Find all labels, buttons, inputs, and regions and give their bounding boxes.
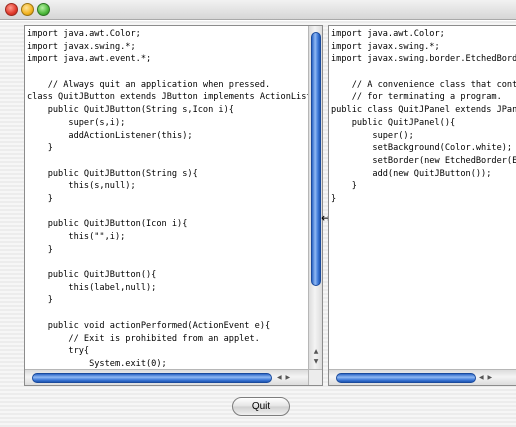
left-code-line: this(s,null); xyxy=(27,181,136,192)
left-code-line: } xyxy=(27,143,53,154)
left-code-line: addActionListener(this); xyxy=(27,130,193,141)
left-code-line: // Exit is prohibited from an applet. xyxy=(27,333,260,344)
left-horizontal-scroll-thumb[interactable] xyxy=(32,373,272,383)
right-code-line: super(); xyxy=(331,130,414,141)
left-code-pane[interactable]: import java.awt.Color; import javax.swing… xyxy=(24,25,323,386)
scroll-corner xyxy=(308,369,322,385)
minimize-window-button[interactable] xyxy=(21,3,34,16)
left-code-line: import javax.swing.*; xyxy=(27,41,136,52)
left-code-line: } xyxy=(27,295,53,306)
right-code-line: import java.awt.Color; xyxy=(331,29,445,39)
right-code-line: setBorder(new EtchedBorder(EtchedBorder.… xyxy=(372,155,516,166)
application-window: import java.awt.Color; import javax.swing… xyxy=(0,0,516,427)
right-code-line xyxy=(331,66,516,79)
right-code-line: import javax.swing.*; xyxy=(331,41,440,52)
scroll-down-arrow-icon[interactable]: ▼ xyxy=(311,357,321,366)
right-code-line: public QuitJPanel(){ xyxy=(331,117,456,128)
title-bar xyxy=(0,0,516,20)
left-horizontal-scrollbar[interactable]: ◀ ▶ xyxy=(25,369,308,385)
left-code-line: import java.awt.Color; xyxy=(27,29,141,39)
left-code-line xyxy=(27,256,308,269)
right-code-text[interactable]: import java.awt.Color; import javax.swing… xyxy=(331,28,516,369)
left-code-line xyxy=(27,307,308,320)
zoom-window-button[interactable] xyxy=(37,3,50,16)
left-code-line: // Always quit an application when press… xyxy=(27,79,271,90)
left-code-line: this("",i); xyxy=(27,232,126,242)
left-code-line: } xyxy=(27,193,53,204)
left-code-line: try{ xyxy=(27,346,90,357)
left-code-line xyxy=(27,66,308,79)
left-vertical-scrollbar[interactable]: ▲ ▼ xyxy=(308,26,322,369)
right-code-line: import javax.swing.border.EtchedBorder; xyxy=(331,54,516,65)
right-horizontal-scrollbar[interactable]: ◀ ▶ xyxy=(329,369,516,385)
right-code-line: // for terminating a program. xyxy=(331,92,502,103)
right-code-line: setBackground(Color.white); xyxy=(331,143,513,154)
left-code-line: super(s,i); xyxy=(27,117,126,128)
left-code-line: class QuitJButton extends JButton implem… xyxy=(27,92,308,103)
right-code-line: add(new QuitJButton()); xyxy=(331,168,492,179)
quit-button[interactable]: Quit xyxy=(232,397,290,416)
scroll-left-right-arrows-icon[interactable]: ◀ ▶ xyxy=(277,373,291,383)
left-code-line: } xyxy=(27,244,53,255)
scroll-left-right-arrows-icon[interactable]: ◀ ▶ xyxy=(479,373,493,383)
left-code-line: public void actionPerformed(ActionEvent … xyxy=(27,320,271,331)
window-content: import java.awt.Color; import javax.swing… xyxy=(0,21,516,427)
right-code-line: } xyxy=(331,181,357,192)
right-code-line: public class QuitJPanel extends JPanel { xyxy=(331,105,516,116)
right-code-line: } xyxy=(331,193,337,204)
close-window-button[interactable] xyxy=(5,3,18,16)
right-code-pane[interactable]: import java.awt.Color; import javax.swing… xyxy=(328,25,516,386)
left-vertical-scroll-thumb[interactable] xyxy=(311,32,321,286)
right-code-line: // A convenience class that contains a Q… xyxy=(351,79,516,90)
left-code-line: public QuitJButton(Icon i){ xyxy=(27,219,188,230)
left-code-line: public QuitJButton(){ xyxy=(27,270,157,281)
left-code-line xyxy=(27,206,308,219)
left-code-line: System.exit(0); xyxy=(27,358,167,369)
scroll-up-arrow-icon[interactable]: ▲ xyxy=(311,347,321,356)
left-code-line: public QuitJButton(String s,Icon i){ xyxy=(27,105,234,116)
left-code-line: this(label,null); xyxy=(27,282,157,293)
right-horizontal-scroll-thumb[interactable] xyxy=(336,373,476,383)
left-code-line: public QuitJButton(String s){ xyxy=(27,168,198,179)
left-code-text[interactable]: import java.awt.Color; import javax.swing… xyxy=(27,28,308,369)
left-code-line: import java.awt.event.*; xyxy=(27,54,152,65)
left-code-line xyxy=(27,155,308,168)
